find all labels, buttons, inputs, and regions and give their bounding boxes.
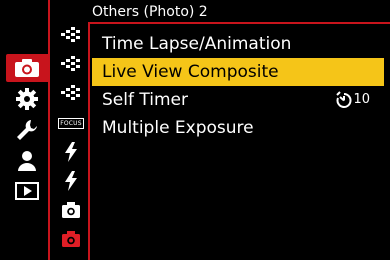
tab-others-photo-1[interactable] — [58, 197, 84, 223]
tab-focus[interactable]: FOCUS — [58, 110, 84, 136]
tab-others-photo-2[interactable] — [58, 226, 84, 252]
photo-camera-icon — [15, 59, 39, 77]
focus-tab-icon: FOCUS — [58, 117, 84, 129]
menu-item-multiple-exposure[interactable]: Multiple Exposure — [92, 114, 384, 142]
others-photo-2-tab-icon — [62, 231, 80, 247]
playback-icon — [15, 182, 39, 200]
menu-screen: FOCUS Others (Photo) 2 Time Lapse/Animat… — [0, 0, 390, 260]
menu-item-label: Self Timer — [102, 90, 188, 110]
gear-icon — [16, 88, 38, 110]
menu-item-label: Live View Composite — [102, 62, 279, 82]
page-title: Others (Photo) 2 — [92, 4, 208, 20]
flash-tab-icon-2 — [65, 171, 77, 191]
tab-image-quality-3[interactable] — [58, 79, 84, 105]
image-quality-tab-icon — [61, 27, 80, 42]
category-custom[interactable] — [7, 85, 47, 113]
self-timer-icon — [336, 91, 352, 108]
person-icon — [18, 151, 36, 171]
main-category-column — [0, 0, 48, 260]
tab-image-quality-1[interactable] — [58, 21, 84, 47]
image-quality-tab-icon-3 — [61, 85, 80, 100]
category-photo[interactable] — [6, 54, 48, 82]
menu-list: Time Lapse/Animation Live View Composite… — [92, 30, 384, 142]
others-photo-1-tab-icon — [62, 202, 80, 218]
menu-item-label: Time Lapse/Animation — [102, 34, 292, 54]
tab-flash-1[interactable] — [58, 139, 84, 165]
menu-item-live-view-composite[interactable]: Live View Composite — [92, 58, 384, 86]
title-underline — [88, 22, 390, 24]
category-my-menu[interactable] — [7, 147, 47, 175]
self-timer-seconds: 10 — [353, 92, 370, 107]
sub-tab-column: FOCUS — [50, 0, 88, 260]
wrench-icon — [17, 120, 37, 140]
tab-image-quality-2[interactable] — [58, 50, 84, 76]
self-timer-value: 10 — [335, 86, 370, 114]
category-playback[interactable] — [7, 177, 47, 205]
tab-divider — [88, 22, 90, 260]
tab-flash-2[interactable] — [58, 168, 84, 194]
image-quality-tab-icon-2 — [61, 56, 80, 71]
menu-item-self-timer[interactable]: Self Timer 10 — [92, 86, 384, 114]
category-setup[interactable] — [7, 116, 47, 144]
menu-item-label: Multiple Exposure — [102, 118, 254, 138]
flash-tab-icon — [65, 142, 77, 162]
menu-item-time-lapse-animation[interactable]: Time Lapse/Animation — [92, 30, 384, 58]
